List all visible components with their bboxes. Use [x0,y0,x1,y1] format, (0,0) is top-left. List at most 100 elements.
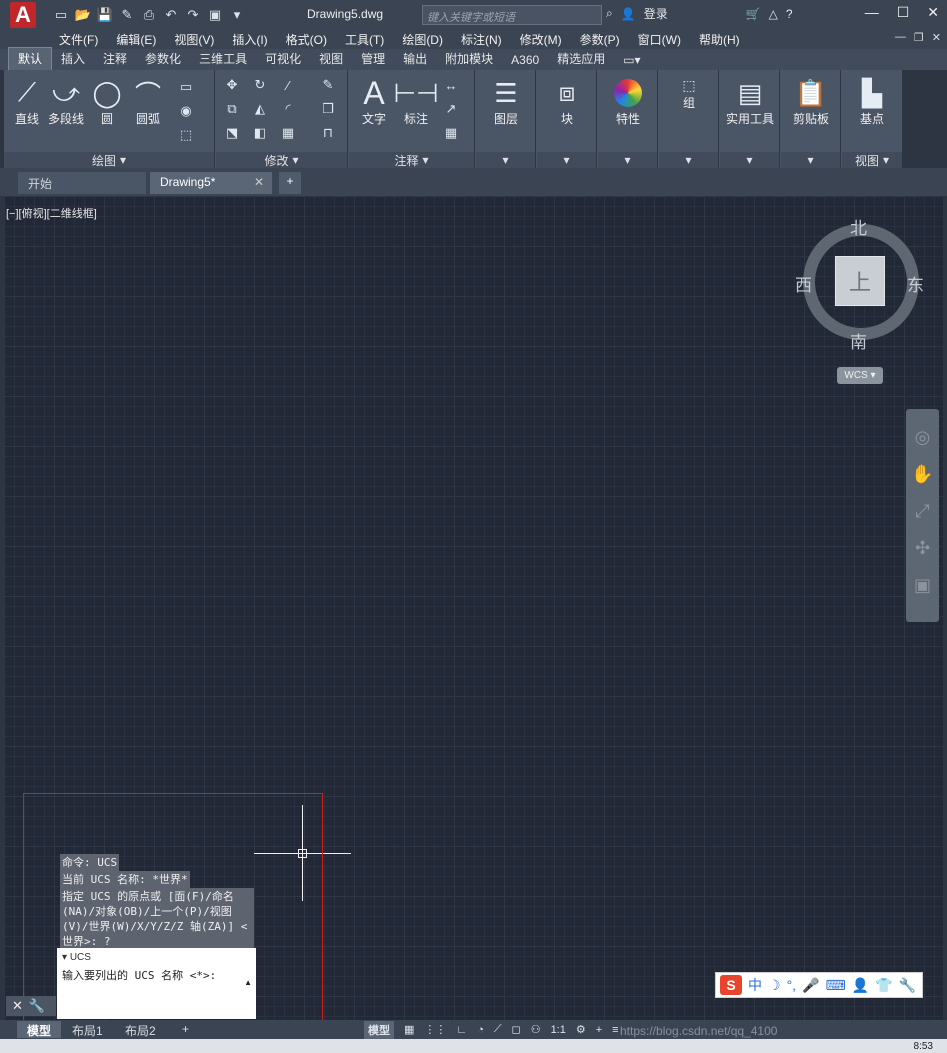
clipboard-button[interactable]: 📋 剪贴板 [787,76,835,127]
rotate-icon[interactable]: ↻ [250,76,270,94]
ribbon-options-icon[interactable]: ▭▾ [614,51,649,70]
view-panel-footer[interactable]: 视图 ▾ [842,152,902,168]
cart-icon[interactable]: 🛒 [746,7,761,21]
menu-format[interactable]: 格式(O) [277,31,336,48]
hatch-icon[interactable]: ◉ [176,102,196,120]
add-layout-button[interactable]: + [172,1021,199,1038]
doc-minimize-icon[interactable]: — [895,31,906,44]
menu-icon[interactable]: ≡ [612,1024,618,1036]
showmotion-icon[interactable]: ▣ [914,575,931,596]
polyline-button[interactable]: ⤻ 多段线 [46,76,86,127]
table-icon[interactable]: ▦ [441,124,461,142]
arc-button[interactable]: ⌒ 圆弧 [130,76,166,127]
save-as-icon[interactable]: ✎ [118,6,136,24]
isodraft-icon[interactable]: ⟋ [494,1023,502,1036]
steering-wheel-icon[interactable]: ◎ [915,427,931,448]
new-file-icon[interactable]: ▭ [52,6,70,24]
dimension-button[interactable]: ⊢⊣ 标注 [393,76,438,127]
menu-edit[interactable]: 编辑(E) [107,31,165,48]
group-panel-footer[interactable]: ▾ [659,152,718,168]
tab-model[interactable]: 模型 [17,1021,62,1038]
help-icon[interactable]: ? [786,7,793,21]
circle-button[interactable]: ◯ 圆 [90,76,124,127]
text-button[interactable]: A 文字 [357,75,391,127]
orbit-icon[interactable]: ✣ [915,538,930,559]
fillet-icon[interactable]: ◜ [278,100,298,118]
stretch-icon[interactable]: ⬔ [222,124,242,142]
search-input[interactable]: 键入关键字或短语 [422,5,602,25]
new-tab-button[interactable]: + [279,172,301,194]
compass-north[interactable]: 北 [850,214,867,239]
erase-icon[interactable]: ✎ [318,76,338,94]
block-button[interactable]: ⧈ 块 [547,76,587,127]
draw-panel-footer[interactable]: 绘图 ▾ [4,152,214,168]
array-icon[interactable]: ▦ [278,124,298,142]
microphone-icon[interactable]: 🎤 [802,977,819,994]
ime-language[interactable]: 中 [748,975,762,995]
boundary-icon[interactable]: ⬚ [176,126,196,144]
maximize-icon[interactable]: ☐ [897,4,910,21]
osnap-icon[interactable]: ◻ [512,1023,521,1036]
tab-default[interactable]: 默认 [8,47,53,70]
offset-icon[interactable]: ⊓ [318,124,338,142]
print-icon[interactable]: ⎙ [140,6,158,24]
viewcube[interactable]: 上 北 南 西 东 [795,214,924,352]
login-button[interactable]: 登录 [644,5,668,22]
user-icon[interactable]: 👤 [852,977,869,994]
menu-help[interactable]: 帮助(H) [690,31,749,48]
menu-dimension[interactable]: 标注(N) [452,31,511,48]
open-file-icon[interactable]: 📂 [74,6,92,24]
tab-manage[interactable]: 管理 [352,48,394,70]
menu-insert[interactable]: 插入(I) [223,31,276,48]
menu-view[interactable]: 视图(V) [165,31,223,48]
doc-close-icon[interactable]: ✕ [932,31,941,44]
workspace-icon[interactable]: ▣ [206,6,224,24]
tab-3d-tools[interactable]: 三维工具 [190,48,256,70]
application-menu-button[interactable]: A [0,0,46,30]
ortho-icon[interactable]: ∟ [456,1024,467,1036]
compass-south[interactable]: 南 [850,328,867,353]
plus-icon[interactable]: + [596,1024,602,1036]
utilities-panel-footer[interactable]: ▾ [720,152,779,168]
block-panel-footer[interactable]: ▾ [537,152,596,168]
tab-annotate[interactable]: 注释 [94,48,136,70]
polar-icon[interactable]: ◔ [477,1024,484,1036]
grid-icon[interactable]: ▦ [404,1023,414,1036]
redo-icon[interactable]: ↷ [184,6,202,24]
close-icon[interactable]: ✕ [927,4,939,21]
gear-icon[interactable]: ⚙ [576,1023,586,1036]
tab-view[interactable]: 视图 [310,48,352,70]
layers-button[interactable]: ☰ 图层 [486,76,526,127]
leader-icon[interactable]: ↗ [441,100,461,118]
clipboard-panel-footer[interactable]: ▾ [781,152,840,168]
tab-insert[interactable]: 插入 [52,48,94,70]
scale-icon[interactable]: ◧ [250,124,270,142]
tab-layout1[interactable]: 布局1 [62,1021,113,1038]
undo-icon[interactable]: ↶ [162,6,180,24]
connect-icon[interactable]: △ [769,7,778,21]
moon-icon[interactable]: ☽ [768,977,781,994]
tab-start[interactable]: 开始 [18,172,146,194]
close-icon[interactable]: ✕ [12,998,23,1014]
menu-draw[interactable]: 绘图(D) [393,31,452,48]
copy-icon[interactable]: ⧉ [222,100,242,118]
modify-panel-footer[interactable]: 修改 ▾ [216,152,347,168]
pan-hand-icon[interactable]: ✋ [911,464,933,485]
menu-tools[interactable]: 工具(T) [336,31,393,48]
minimize-icon[interactable]: — [865,4,879,21]
rectangle-icon[interactable]: ▭ [176,78,196,96]
layers-panel-footer[interactable]: ▾ [476,152,535,168]
wcs-menu-button[interactable]: WCS ▾ [837,367,883,384]
menu-file[interactable]: 文件(F) [50,31,107,48]
menu-modify[interactable]: 修改(M) [511,31,571,48]
punctuation-icon[interactable]: °, [787,977,797,993]
group-button[interactable]: ⬚ 组 [669,76,709,111]
tab-drawing5[interactable]: Drawing5* ✕ [150,172,272,194]
utilities-button[interactable]: ▤ 实用工具 [722,76,778,127]
linear-dim-icon[interactable]: ↔ [441,76,461,94]
model-space-button[interactable]: 模型 [364,1020,394,1039]
compass-east[interactable]: 东 [907,271,924,296]
close-tab-icon[interactable]: ✕ [254,175,264,189]
save-icon[interactable]: 💾 [96,6,114,24]
properties-button[interactable]: 特性 [608,76,648,127]
